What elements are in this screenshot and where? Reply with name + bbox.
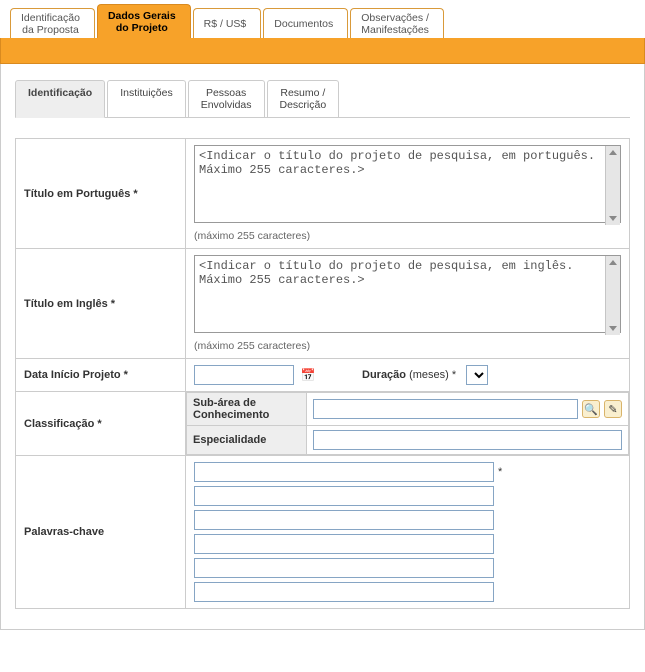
date-row: 📅 Duração (meses) * (194, 365, 621, 385)
subtab-identificacao[interactable]: Identificação (15, 80, 105, 118)
keyword-input-5[interactable] (194, 558, 494, 578)
subarea-input[interactable] (313, 399, 578, 419)
edit-icon[interactable]: ✎ (604, 400, 622, 418)
keyword-input-1[interactable] (194, 462, 494, 482)
search-icon[interactable]: 🔍 (582, 400, 600, 418)
label-data-inicio: Data Início Projeto * (16, 359, 186, 392)
classificacao-table: Sub-área de Conhecimento 🔍 ✎ (186, 392, 629, 455)
page-root: Identificação da Proposta Dados Gerais d… (0, 0, 645, 630)
hint-max255-pt: (máximo 255 caracteres) (194, 230, 621, 242)
label-titulo-en: Título em Inglês * (16, 249, 186, 359)
label-palavras-chave: Palavras-chave (16, 456, 186, 609)
label-subarea: Sub-área de Conhecimento (187, 393, 307, 426)
subtab-instituicoes[interactable]: Instituições (107, 80, 186, 117)
label-titulo-pt: Título em Português * (16, 139, 186, 249)
label-duracao: Duração (meses) * (362, 369, 456, 381)
keyword-input-3[interactable] (194, 510, 494, 530)
especialidade-input[interactable] (313, 430, 622, 450)
especialidade-field (313, 430, 622, 450)
label-especialidade: Especialidade (187, 426, 307, 455)
sub-tabs: Identificação Instituições Pessoas Envol… (15, 80, 630, 118)
subarea-field: 🔍 ✎ (313, 399, 622, 419)
titulo-en-input[interactable]: <Indicar o título do projeto de pesquisa… (194, 255, 621, 333)
subtab-pessoas[interactable]: Pessoas Envolvidas (188, 80, 265, 117)
required-marker: * (498, 466, 502, 478)
keyword-input-4[interactable] (194, 534, 494, 554)
tab-moeda[interactable]: R$ / US$ (193, 8, 262, 38)
keywords-list: * (194, 462, 621, 602)
label-classificacao: Classificação * (16, 392, 186, 456)
orange-banner (0, 38, 645, 64)
titulo-pt-wrap: <Indicar o título do projeto de pesquisa… (194, 145, 621, 226)
keyword-input-6[interactable] (194, 582, 494, 602)
main-panel: Identificação Instituições Pessoas Envol… (0, 64, 645, 630)
scrollbar[interactable] (605, 146, 620, 225)
subtab-resumo[interactable]: Resumo / Descrição (267, 80, 340, 117)
tab-dados-gerais[interactable]: Dados Gerais do Projeto (97, 4, 191, 38)
scrollbar[interactable] (605, 256, 620, 335)
data-inicio-input[interactable] (194, 365, 294, 385)
titulo-pt-input[interactable]: <Indicar o título do projeto de pesquisa… (194, 145, 621, 223)
tab-observacoes[interactable]: Observações / Manifestações (350, 8, 444, 38)
top-tabs: Identificação da Proposta Dados Gerais d… (0, 0, 645, 38)
calendar-icon[interactable]: 📅 (300, 367, 316, 383)
form-table: Título em Português * <Indicar o título … (15, 138, 630, 609)
hint-max255-en: (máximo 255 caracteres) (194, 340, 621, 352)
tab-identificacao-proposta[interactable]: Identificação da Proposta (10, 8, 95, 38)
titulo-en-wrap: <Indicar o título do projeto de pesquisa… (194, 255, 621, 336)
duracao-select[interactable] (466, 365, 488, 385)
keyword-input-2[interactable] (194, 486, 494, 506)
tab-documentos[interactable]: Documentos (263, 8, 348, 38)
